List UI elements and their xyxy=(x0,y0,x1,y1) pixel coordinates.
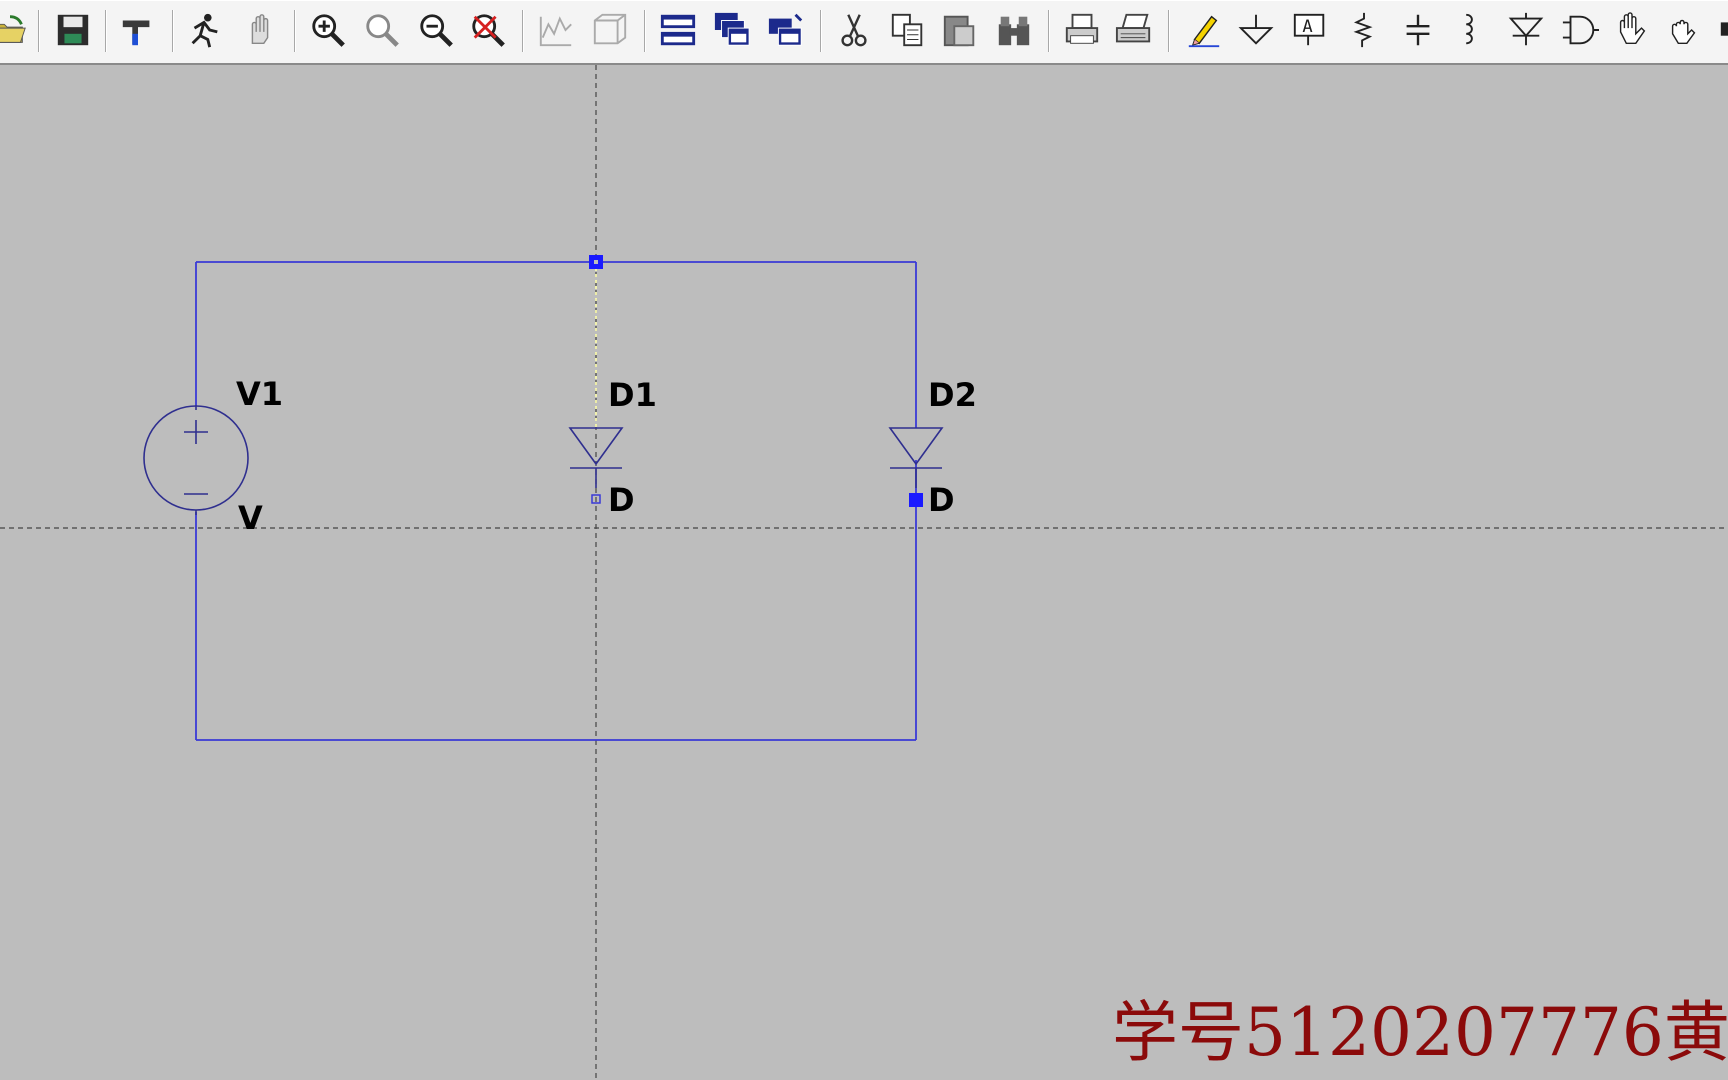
d2-value-label[interactable]: D xyxy=(928,484,955,516)
diode-icon[interactable] xyxy=(1506,10,1546,50)
v1-ref-label[interactable]: V1 xyxy=(236,378,283,410)
label-net-glyph: A xyxy=(1302,17,1312,37)
d2-ref-label[interactable]: D2 xyxy=(928,379,977,411)
draw-wire-icon[interactable] xyxy=(1184,10,1224,50)
paste-icon[interactable] xyxy=(940,10,980,50)
v1-value-label[interactable]: V xyxy=(238,502,263,534)
schematic-canvas[interactable]: V1 V D1 D D2 D xyxy=(0,65,1728,1080)
d2-pin-junction xyxy=(909,493,923,507)
zoom-in-icon[interactable] xyxy=(308,10,348,50)
waveform-icon[interactable] xyxy=(536,10,576,50)
hand-icon[interactable] xyxy=(240,10,280,50)
zoom-cancel-icon[interactable] xyxy=(468,10,508,50)
copy-icon[interactable] xyxy=(888,10,928,50)
d1-ref-label[interactable]: D1 xyxy=(608,379,657,411)
cascade-alt-icon[interactable] xyxy=(766,10,806,50)
more-tools-icon[interactable] xyxy=(1716,10,1728,50)
print-icon[interactable] xyxy=(1062,10,1102,50)
d1-value-label[interactable]: D xyxy=(608,484,635,516)
halt-icon[interactable] xyxy=(184,10,224,50)
schematic-drawing xyxy=(0,65,1728,1080)
waveform-3d-icon[interactable] xyxy=(590,10,630,50)
cascade-icon[interactable] xyxy=(712,10,752,50)
resistor-icon[interactable] xyxy=(1344,10,1384,50)
toolbar: A xyxy=(0,0,1728,65)
tile-horizontal-icon[interactable] xyxy=(658,10,698,50)
drag-hand-icon[interactable] xyxy=(1664,10,1704,50)
wires xyxy=(195,261,917,741)
print-setup-icon[interactable] xyxy=(1114,10,1154,50)
v1-symbol xyxy=(143,405,249,515)
d2-symbol xyxy=(888,427,944,488)
save-icon[interactable] xyxy=(53,10,93,50)
run-icon[interactable] xyxy=(118,10,158,50)
inductor-icon[interactable] xyxy=(1450,10,1490,50)
zoom-fit-icon[interactable] xyxy=(362,10,402,50)
cut-icon[interactable] xyxy=(834,10,874,50)
move-hand-icon[interactable] xyxy=(1612,10,1652,50)
component-icon[interactable] xyxy=(1560,10,1600,50)
zoom-out-icon[interactable] xyxy=(416,10,456,50)
capacitor-icon[interactable] xyxy=(1398,10,1438,50)
find-icon[interactable] xyxy=(994,10,1034,50)
watermark-text: 学号5120207776黄嘉 xyxy=(1112,994,1728,1071)
open-icon[interactable] xyxy=(0,10,30,50)
ground-icon[interactable] xyxy=(1236,10,1276,50)
label-net-icon[interactable]: A xyxy=(1290,10,1330,50)
